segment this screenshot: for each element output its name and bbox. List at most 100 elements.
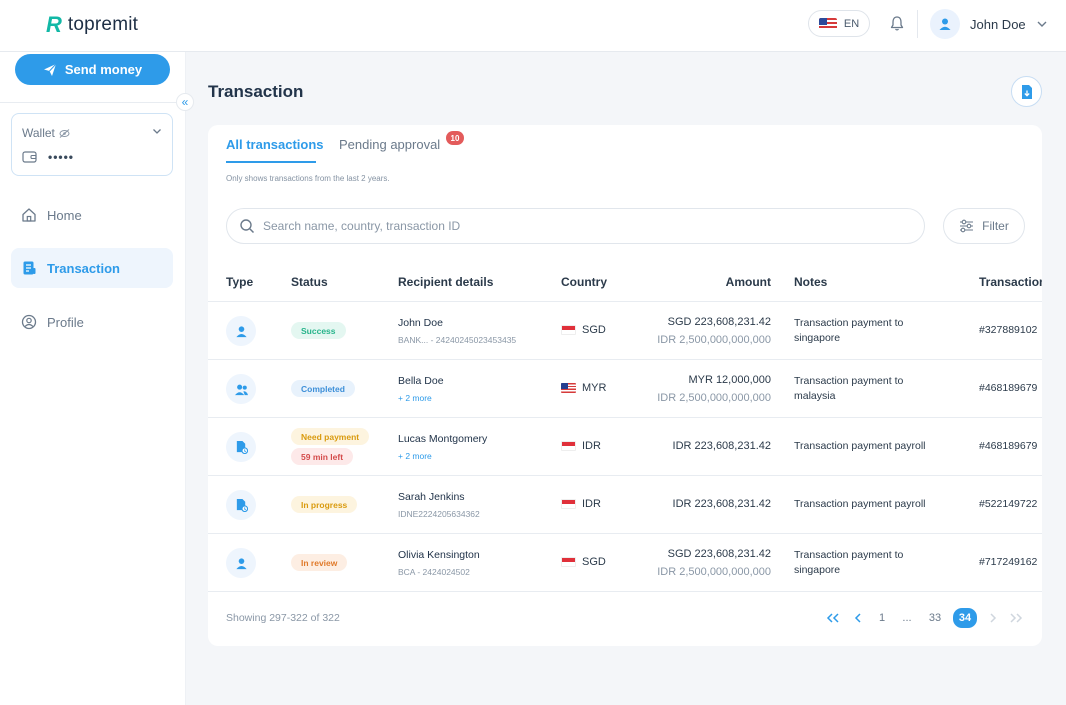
top-bar: R topremit EN John Doe bbox=[0, 0, 1066, 52]
chevron-down-icon[interactable] bbox=[152, 128, 162, 135]
user-icon bbox=[939, 18, 951, 30]
table-row[interactable]: In review Olivia Kensington BCA - 242402… bbox=[208, 534, 1042, 592]
column-type[interactable]: Type bbox=[226, 275, 253, 289]
amount-primary: IDR 223,608,231.42 bbox=[672, 498, 771, 510]
sidebar-item-profile[interactable]: Profile bbox=[11, 302, 173, 342]
currency-code: MYR bbox=[582, 382, 607, 394]
sidebar-item-transaction[interactable]: Transaction bbox=[11, 248, 173, 288]
payroll-doc-icon bbox=[226, 490, 256, 520]
recipient-name: Olivia Kensington bbox=[398, 549, 480, 561]
export-document-button[interactable] bbox=[1011, 76, 1042, 107]
header-divider bbox=[917, 10, 918, 38]
table-row[interactable]: Need payment 59 min left Lucas Montgomer… bbox=[208, 418, 1042, 476]
recipient-name: John Doe bbox=[398, 317, 443, 329]
column-status[interactable]: Status bbox=[291, 275, 328, 289]
paper-plane-icon bbox=[43, 63, 57, 76]
previous-page-button[interactable] bbox=[849, 608, 867, 628]
recipient-name: Sarah Jenkins bbox=[398, 491, 465, 503]
users-icon bbox=[226, 374, 256, 404]
wallet-label-text: Wallet bbox=[22, 126, 55, 140]
page-33-button[interactable]: 33 bbox=[923, 608, 947, 628]
logo-text: topremit bbox=[67, 14, 139, 35]
table-row[interactable]: Completed Bella Doe + 2 more MYR MYR 12,… bbox=[208, 360, 1042, 418]
transactions-card: All transactions Pending approval 10 Onl… bbox=[208, 125, 1042, 646]
user-menu[interactable]: John Doe bbox=[930, 9, 1048, 39]
filter-button[interactable]: Filter bbox=[943, 208, 1025, 244]
sliders-icon bbox=[960, 219, 974, 233]
wallet-balance-hidden: ••••• bbox=[48, 150, 75, 164]
pending-count-badge: 10 bbox=[446, 131, 464, 145]
country-cell: IDR bbox=[561, 440, 601, 452]
filter-label: Filter bbox=[982, 219, 1009, 233]
status-badge: In review bbox=[291, 554, 348, 571]
indonesia-flag-icon bbox=[561, 441, 576, 451]
transaction-id: #522149722 bbox=[979, 498, 1038, 510]
transaction-note: Transaction payment to singapore bbox=[794, 549, 904, 576]
chevron-down-icon bbox=[1037, 21, 1047, 27]
avatar bbox=[930, 9, 960, 39]
column-country[interactable]: Country bbox=[561, 275, 607, 289]
currency-code: SGD bbox=[582, 556, 606, 568]
tab-pending-approval[interactable]: Pending approval bbox=[339, 137, 440, 152]
user-icon bbox=[226, 548, 256, 578]
search-input[interactable] bbox=[263, 219, 903, 233]
tab-all-transactions[interactable]: All transactions bbox=[226, 137, 324, 152]
first-page-button[interactable] bbox=[824, 608, 842, 628]
recipient-name: Lucas Montgomery bbox=[398, 433, 488, 445]
current-page-button[interactable]: 34 bbox=[953, 608, 977, 628]
sidebar-item-label: Home bbox=[47, 207, 82, 223]
transaction-note: Transaction payment to malaysia bbox=[794, 375, 904, 402]
country-cell: SGD bbox=[561, 324, 606, 336]
language-selector[interactable]: EN bbox=[808, 10, 870, 37]
wallet-balance: ••••• bbox=[22, 150, 74, 164]
currency-code: IDR bbox=[582, 498, 601, 510]
status-badge: Success bbox=[291, 322, 346, 339]
column-notes[interactable]: Notes bbox=[794, 275, 827, 289]
next-page-button[interactable] bbox=[984, 608, 1002, 628]
currency-code: IDR bbox=[582, 440, 601, 452]
singapore-flag-icon bbox=[561, 557, 576, 567]
amount-primary: IDR 223,608,231.42 bbox=[672, 440, 771, 452]
chevron-right-icon bbox=[990, 613, 997, 623]
search-icon bbox=[240, 219, 255, 234]
amount-secondary: IDR 2,500,000,000,000 bbox=[657, 334, 771, 346]
country-cell: MYR bbox=[561, 382, 606, 394]
amount-secondary: IDR 2,500,000,000,000 bbox=[657, 566, 771, 578]
send-money-label: Send money bbox=[64, 62, 143, 77]
recipient-account: BCA - 2424024502 bbox=[398, 567, 470, 577]
malaysia-flag-icon bbox=[561, 383, 576, 393]
column-recipient[interactable]: Recipient details bbox=[398, 275, 493, 289]
country-cell: IDR bbox=[561, 498, 601, 510]
search-box[interactable] bbox=[226, 208, 925, 244]
column-transaction[interactable]: Transaction bbox=[979, 275, 1042, 289]
wallet-card[interactable]: Wallet ••••• bbox=[11, 113, 173, 176]
notification-bell-icon[interactable] bbox=[886, 12, 908, 34]
profile-icon bbox=[21, 314, 37, 330]
us-flag-icon bbox=[818, 17, 837, 30]
send-money-button[interactable]: Send money bbox=[15, 54, 170, 85]
chevrons-left-icon bbox=[826, 613, 839, 623]
collapse-sidebar-button[interactable]: « bbox=[176, 93, 194, 111]
country-cell: SGD bbox=[561, 556, 606, 568]
last-page-button[interactable] bbox=[1007, 608, 1025, 628]
transaction-id: #717249162 bbox=[979, 556, 1038, 568]
sidebar-item-home[interactable]: Home bbox=[11, 195, 173, 235]
home-icon bbox=[22, 208, 36, 222]
logo[interactable]: R topremit bbox=[46, 14, 138, 36]
sidebar-item-label: Profile bbox=[47, 314, 84, 330]
eye-off-icon[interactable] bbox=[59, 128, 70, 138]
amount-primary: MYR 12,000,000 bbox=[688, 374, 771, 386]
more-recipients-link[interactable]: + 2 more bbox=[398, 393, 432, 403]
receipt-icon bbox=[23, 261, 36, 275]
page-ellipsis: ... bbox=[902, 612, 912, 624]
transaction-id: #468189679 bbox=[979, 440, 1038, 452]
recipient-name: Bella Doe bbox=[398, 375, 444, 387]
table-row[interactable]: In progress Sarah Jenkins IDNE2224205634… bbox=[208, 476, 1042, 534]
table-row[interactable]: Success John Doe BANK... - 2424024502345… bbox=[208, 302, 1042, 360]
more-recipients-link[interactable]: + 2 more bbox=[398, 451, 432, 461]
page-title: Transaction bbox=[208, 82, 304, 101]
amount-secondary: IDR 2,500,000,000,000 bbox=[657, 392, 771, 404]
column-amount[interactable]: Amount bbox=[726, 275, 771, 289]
page-1-button[interactable]: 1 bbox=[872, 608, 892, 628]
sidebar-divider bbox=[0, 102, 186, 103]
